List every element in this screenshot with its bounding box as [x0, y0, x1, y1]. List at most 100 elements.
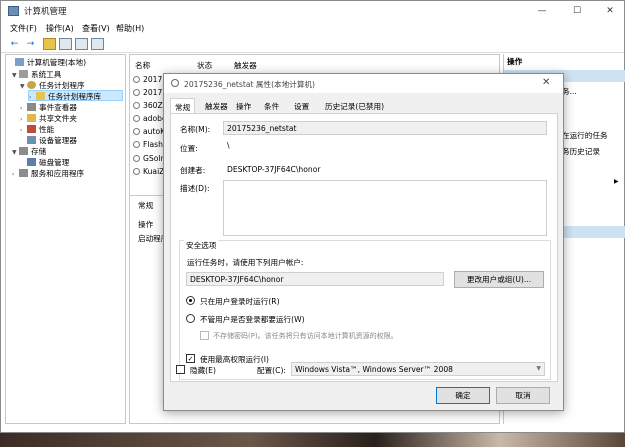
back-icon[interactable]: ← — [8, 38, 21, 50]
hidden-checkbox[interactable] — [176, 365, 185, 374]
tree-node-device-manager[interactable]: 设备管理器 — [20, 135, 77, 146]
cancel-button[interactable]: 取消 — [496, 387, 550, 404]
disk-icon — [27, 158, 36, 166]
no-store-password-checkbox[interactable] — [200, 331, 209, 340]
action-running-tasks[interactable]: 在运行的任务 — [562, 130, 608, 141]
tab-history[interactable]: 历史记录(已禁用) — [325, 101, 384, 112]
task-icon — [133, 76, 140, 83]
task-icon — [133, 128, 140, 135]
author-value: DESKTOP-37JF64C\honor — [227, 165, 321, 174]
task-row[interactable]: GSoln — [133, 153, 165, 164]
radio-run-whether-logged-on-label: 不管用户是否登录都要运行(W) — [200, 315, 305, 324]
highest-privileges-label: 使用最高权限运行(I) — [200, 355, 269, 364]
menu-action[interactable]: 操作(A) — [46, 23, 74, 34]
forward-icon[interactable]: → — [24, 38, 37, 50]
title-bar: 计算机管理 — ☐ ✕ — [1, 1, 624, 21]
maximize-button[interactable]: ☐ — [566, 3, 588, 19]
location-label: 位置: — [180, 144, 198, 153]
tab-settings[interactable]: 设置 — [294, 101, 309, 112]
properties-icon[interactable] — [91, 38, 104, 50]
task-icon — [133, 155, 140, 162]
column-header-status[interactable]: 状态 — [197, 60, 212, 71]
submenu-arrow-icon[interactable]: ▶ — [614, 178, 619, 185]
radio-run-whether-logged-on[interactable] — [186, 314, 195, 323]
description-textarea[interactable] — [223, 180, 547, 236]
no-store-password-label: 不存储密码(P)。该任务将只有访问本地计算机资源的权限。 — [213, 332, 398, 340]
tree-node-storage[interactable]: ▼ 存储 — [12, 146, 46, 157]
task-icon — [133, 115, 140, 122]
window-title: 计算机管理 — [24, 7, 67, 17]
description-label: 描述(D): — [180, 184, 210, 193]
shared-folder-icon — [27, 114, 36, 122]
configure-label: 配置(C): — [257, 366, 286, 375]
security-options-title: 安全选项 — [184, 240, 219, 251]
detail-tab-actions[interactable]: 操作 — [138, 219, 153, 230]
toolbar: ← → — [1, 36, 624, 53]
task-properties-dialog: 20175236_netstat 属性(本地计算机) ✕ 常规 触发器 操作 条… — [163, 73, 564, 411]
change-user-button[interactable]: 更改用户或组(U)... — [454, 271, 544, 288]
actions-header: 操作 — [507, 57, 523, 66]
console-tree: 计算机管理(本地) ▼ 系统工具 ▼ 任务计划程序 › 任务计划程序库 › 事件查看器 … — [5, 54, 126, 424]
tree-node-system-tools[interactable]: ▼ 系统工具 — [12, 69, 61, 80]
security-options-group: 安全选项 运行任务时，请使用下列用户帐户: DESKTOP-37JF64C\ho… — [179, 240, 551, 380]
up-folder-icon[interactable] — [43, 38, 56, 50]
help-icon[interactable] — [75, 38, 88, 50]
name-field[interactable]: 20175236_netstat — [223, 121, 547, 135]
dialog-title-bar: 20175236_netstat 属性(本地计算机) ✕ — [164, 74, 563, 93]
task-row[interactable]: Flash — [133, 139, 163, 150]
tree-node-disk-management[interactable]: 磁盘管理 — [20, 157, 69, 168]
computer-icon — [15, 58, 24, 66]
tree-node-task-scheduler-library[interactable]: › 任务计划程序库 — [28, 90, 123, 101]
task-row[interactable]: autoK — [133, 126, 165, 137]
clock-icon — [27, 81, 36, 89]
column-header-name[interactable]: 名称 — [135, 60, 150, 71]
task-row[interactable]: 360Z — [133, 100, 163, 111]
radio-run-only-logged-on-label: 只在用户登录时运行(R) — [200, 297, 280, 306]
run-as-label: 运行任务时，请使用下列用户帐户: — [187, 258, 304, 267]
task-icon — [133, 102, 140, 109]
menu-bar: 文件(F) 操作(A) 查看(V) 帮助(H) — [1, 21, 624, 36]
task-icon — [133, 141, 140, 148]
show-hide-tree-icon[interactable] — [59, 38, 72, 50]
tree-node-services-applications[interactable]: › 服务和应用程序 — [12, 168, 84, 179]
chevron-down-icon: ▼ — [536, 365, 541, 372]
performance-icon — [27, 125, 36, 133]
dialog-close-button[interactable]: ✕ — [542, 77, 550, 88]
tree-node-event-viewer[interactable]: › 事件查看器 — [20, 102, 77, 113]
configure-select[interactable]: Windows Vista™, Windows Server™ 2008 ▼ — [291, 362, 545, 376]
menu-view[interactable]: 查看(V) — [82, 23, 110, 34]
action-task-history[interactable]: 务历史记录 — [562, 146, 600, 157]
action-item[interactable]: 务... — [562, 86, 577, 97]
folder-icon — [36, 92, 45, 100]
tab-conditions[interactable]: 条件 — [264, 101, 279, 112]
ok-button[interactable]: 确定 — [436, 387, 490, 404]
task-row[interactable]: adobe — [133, 113, 167, 124]
highest-privileges-checkbox[interactable]: ✓ — [186, 354, 195, 363]
menu-file[interactable]: 文件(F) — [10, 23, 37, 34]
tab-general[interactable]: 常规 — [170, 98, 196, 114]
tab-triggers[interactable]: 触发器 — [205, 101, 228, 112]
menu-help[interactable]: 帮助(H) — [116, 23, 144, 34]
detail-tab-general[interactable]: 常规 — [138, 200, 153, 211]
tree-node-performance[interactable]: › 性能 — [20, 124, 54, 135]
column-header-triggers[interactable]: 触发器 — [234, 60, 257, 71]
task-icon — [133, 89, 140, 96]
tree-node-shared-folders[interactable]: › 共享文件夹 — [20, 113, 77, 124]
tools-icon — [19, 70, 28, 78]
task-icon — [133, 168, 140, 175]
tab-actions[interactable]: 操作 — [236, 101, 251, 112]
run-as-user-field[interactable]: DESKTOP-37JF64C\honor — [186, 272, 444, 286]
author-label: 创建者: — [180, 166, 206, 175]
dialog-title: 20175236_netstat 属性(本地计算机) — [184, 80, 315, 89]
services-icon — [19, 169, 28, 177]
general-tab-page: 名称(M): 20175236_netstat 位置: \ 创建者: DESKT… — [170, 113, 558, 382]
storage-icon — [19, 147, 28, 155]
tree-node-computer-management[interactable]: 计算机管理(本地) — [8, 57, 86, 68]
device-manager-icon — [27, 136, 36, 144]
task-row[interactable]: KuaiZ — [133, 166, 164, 177]
event-viewer-icon — [27, 103, 36, 111]
close-button[interactable]: ✕ — [599, 3, 621, 19]
radio-run-only-logged-on[interactable] — [186, 296, 195, 305]
minimize-button[interactable]: — — [531, 3, 553, 19]
task-clock-icon — [171, 79, 179, 87]
